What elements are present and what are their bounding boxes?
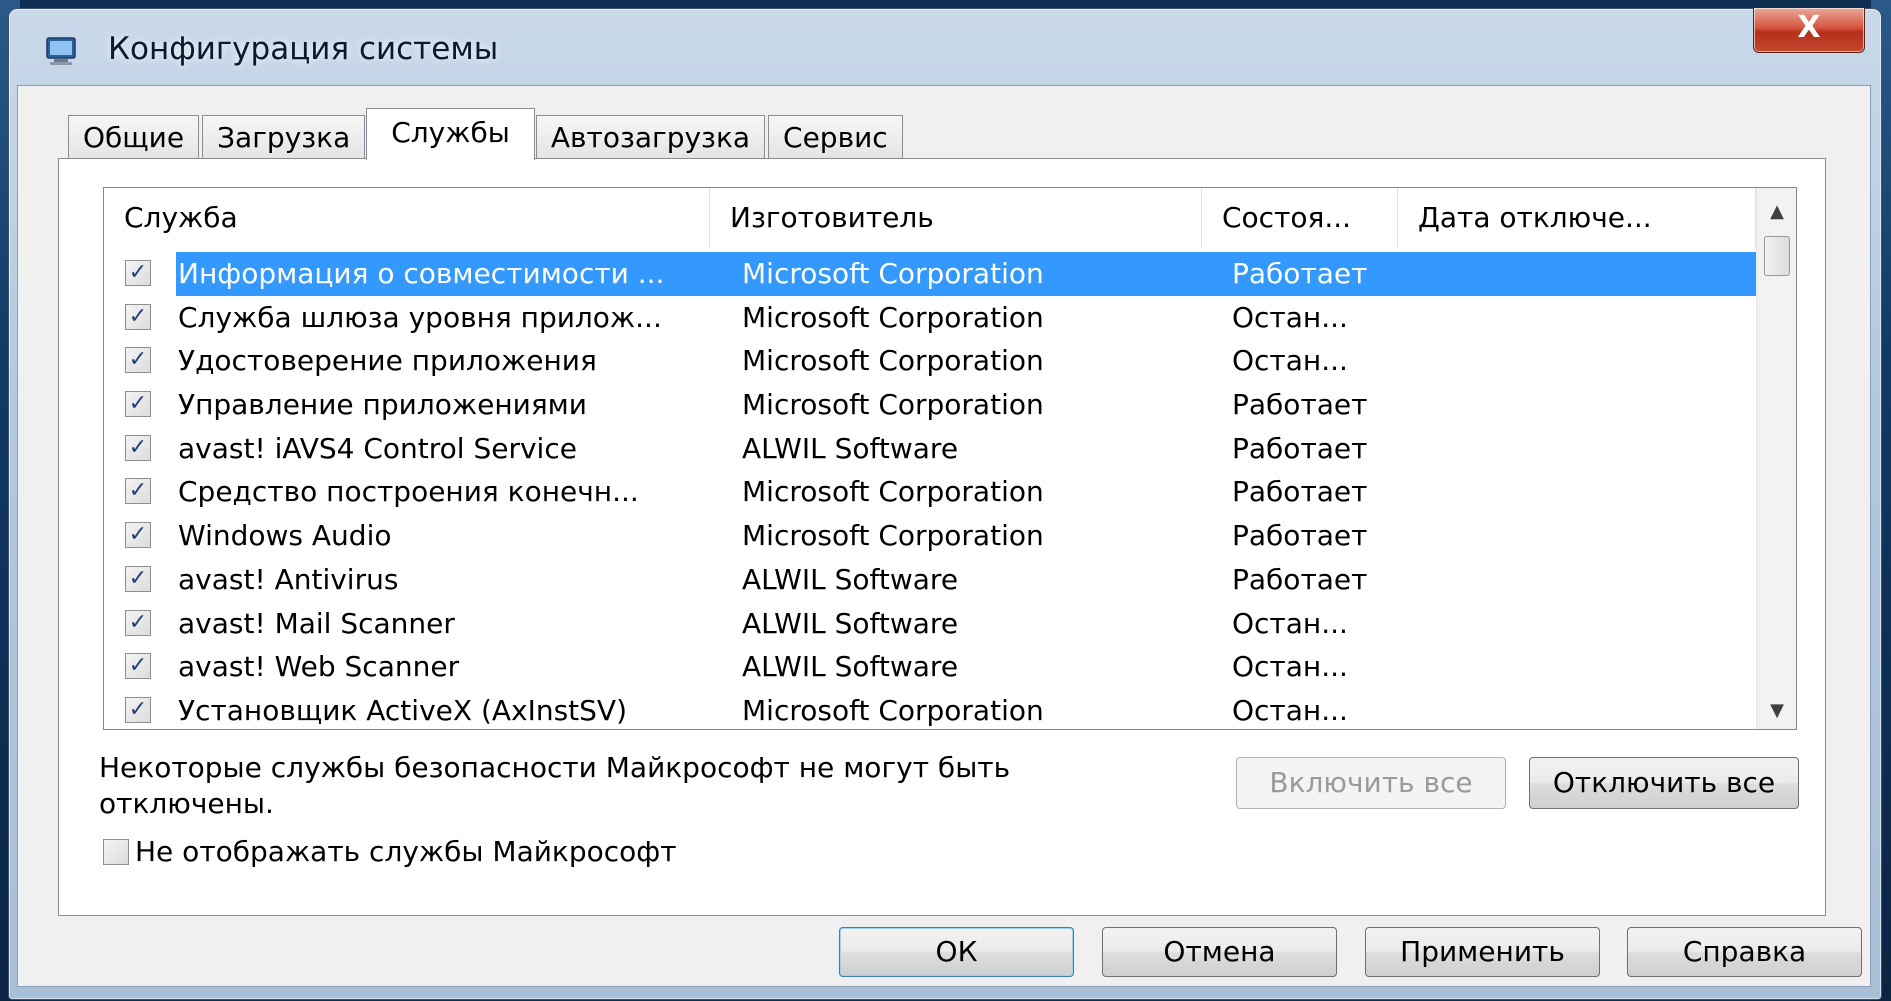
service-manufacturer: Microsoft Corporation [742, 344, 1044, 378]
arrow-up-icon[interactable]: ▲ [1757, 194, 1796, 230]
client-area: Общие Загрузка Службы Автозагрузка Серви… [17, 85, 1871, 987]
table-row[interactable]: ✓ Windows Audio Microsoft Corporation Ра… [104, 514, 1756, 558]
checkmark-icon[interactable]: ✓ [125, 434, 151, 461]
service-name: Служба шлюза уровня прилож... [178, 300, 662, 334]
service-manufacturer: Microsoft Corporation [742, 693, 1044, 727]
table-row[interactable]: ✓ Служба шлюза уровня прилож... Microsof… [104, 296, 1756, 340]
table-row[interactable]: ✓ Средство построения конечн... Microsof… [104, 470, 1756, 514]
service-name: avast! Mail Scanner [178, 606, 455, 640]
column-header-date-disabled[interactable]: Дата отключе... [1398, 188, 1756, 248]
table-row[interactable]: ✓ Удостоверение приложения Microsoft Cor… [104, 339, 1756, 383]
checkmark-icon[interactable]: ✓ [125, 522, 151, 549]
tab-boot[interactable]: Загрузка [202, 115, 366, 159]
help-button[interactable]: Справка [1627, 927, 1862, 977]
service-name: avast! Antivirus [178, 562, 399, 596]
system-config-window: Конфигурация системы X Общие Загрузка Сл… [8, 8, 1882, 1000]
services-rows: ✓ Информация о совместимости ... Microso… [104, 252, 1757, 729]
scrollbar-thumb[interactable] [1764, 236, 1790, 276]
service-name: Установщик ActiveX (AxInstSV) [178, 693, 628, 727]
checkmark-icon[interactable]: ✓ [125, 347, 151, 374]
service-name: avast! iAVS4 Control Service [178, 431, 577, 465]
service-name: Удостоверение приложения [178, 344, 597, 378]
service-manufacturer: ALWIL Software [742, 606, 959, 640]
tab-services[interactable]: Службы [366, 108, 535, 160]
msconfig-icon [45, 35, 79, 67]
service-status: Остан... [1232, 344, 1348, 378]
table-row[interactable]: ✓ avast! iAVS4 Control Service ALWIL Sof… [104, 427, 1756, 471]
services-list-header: Служба Изготовитель Состоя... Дата отклю… [104, 188, 1756, 248]
checkmark-icon[interactable]: ✓ [125, 696, 151, 723]
service-manufacturer: Microsoft Corporation [742, 388, 1044, 422]
checkmark-icon[interactable]: ✓ [125, 260, 151, 286]
vertical-scrollbar[interactable]: ▲ ▼ [1756, 188, 1796, 729]
cancel-button[interactable]: Отмена [1102, 927, 1337, 977]
service-status: Остан... [1232, 693, 1348, 727]
column-header-service[interactable]: Служба [104, 188, 710, 248]
services-list[interactable]: Служба Изготовитель Состоя... Дата отклю… [103, 187, 1797, 730]
disable-all-button[interactable]: Отключить все [1529, 757, 1799, 809]
service-status: Остан... [1232, 606, 1348, 640]
apply-button[interactable]: Применить [1365, 927, 1600, 977]
checkmark-icon[interactable]: ✓ [125, 391, 151, 418]
enable-all-button[interactable]: Включить все [1236, 757, 1506, 809]
ok-button[interactable]: ОК [839, 927, 1074, 977]
table-row[interactable]: ✓ Управление приложениями Microsoft Corp… [104, 383, 1756, 427]
service-name: avast! Web Scanner [178, 650, 460, 684]
service-manufacturer: ALWIL Software [742, 431, 959, 465]
checkmark-icon[interactable]: ✓ [125, 565, 151, 592]
service-status: Работает [1232, 257, 1368, 290]
hide-microsoft-services-label: Не отображать службы Майкрософт [135, 835, 677, 868]
title-bar[interactable]: Конфигурация системы X [9, 8, 1881, 93]
service-status: Остан... [1232, 650, 1348, 684]
checkmark-icon[interactable]: ✓ [125, 609, 151, 636]
service-status: Работает [1232, 519, 1368, 553]
checkmark-icon[interactable]: ✓ [125, 478, 151, 505]
tab-general[interactable]: Общие [68, 115, 200, 159]
service-manufacturer: Microsoft Corporation [742, 475, 1044, 509]
tab-startup[interactable]: Автозагрузка [535, 115, 766, 159]
table-row[interactable]: ✓ Установщик ActiveX (AxInstSV) Microsof… [104, 689, 1756, 729]
table-row[interactable]: ✓ avast! Web Scanner ALWIL Software Оста… [104, 645, 1756, 689]
checkmark-icon[interactable]: ✓ [125, 653, 151, 680]
service-name: Windows Audio [178, 519, 392, 553]
security-services-note: Некоторые службы безопасности Майкрософт… [99, 751, 1011, 820]
service-manufacturer: Microsoft Corporation [742, 519, 1044, 553]
service-manufacturer: Microsoft Corporation [742, 257, 1044, 290]
checkmark-icon[interactable]: ✓ [125, 303, 151, 330]
service-manufacturer: ALWIL Software [742, 562, 959, 596]
service-manufacturer: ALWIL Software [742, 650, 959, 684]
hide-microsoft-services-checkbox[interactable] [103, 838, 129, 865]
service-status: Остан... [1232, 300, 1348, 334]
close-icon: X [1797, 10, 1821, 45]
service-name: Средство построения конечн... [178, 475, 639, 509]
service-status: Работает [1232, 431, 1368, 465]
service-status: Работает [1232, 475, 1368, 509]
services-tab-panel: Служба Изготовитель Состоя... Дата отклю… [58, 158, 1826, 916]
service-manufacturer: Microsoft Corporation [742, 300, 1044, 334]
table-row[interactable]: ✓ Информация о совместимости ... Microso… [104, 252, 1757, 296]
tab-tools[interactable]: Сервис [768, 115, 903, 159]
table-row[interactable]: ✓ avast! Mail Scanner ALWIL Software Ост… [104, 602, 1756, 646]
table-row[interactable]: ✓ avast! Antivirus ALWIL Software Работа… [104, 558, 1756, 602]
window-title: Конфигурация системы [108, 31, 499, 67]
hide-microsoft-services-option[interactable]: Не отображать службы Майкрософт [103, 835, 677, 868]
column-header-status[interactable]: Состоя... [1202, 188, 1398, 248]
service-status: Работает [1232, 388, 1368, 422]
arrow-down-icon[interactable]: ▼ [1757, 693, 1796, 729]
tab-strip: Общие Загрузка Службы Автозагрузка Серви… [68, 108, 906, 160]
service-name: Управление приложениями [178, 388, 587, 422]
close-button[interactable]: X [1753, 8, 1865, 53]
column-header-manufacturer[interactable]: Изготовитель [710, 188, 1202, 248]
service-status: Работает [1232, 562, 1368, 596]
